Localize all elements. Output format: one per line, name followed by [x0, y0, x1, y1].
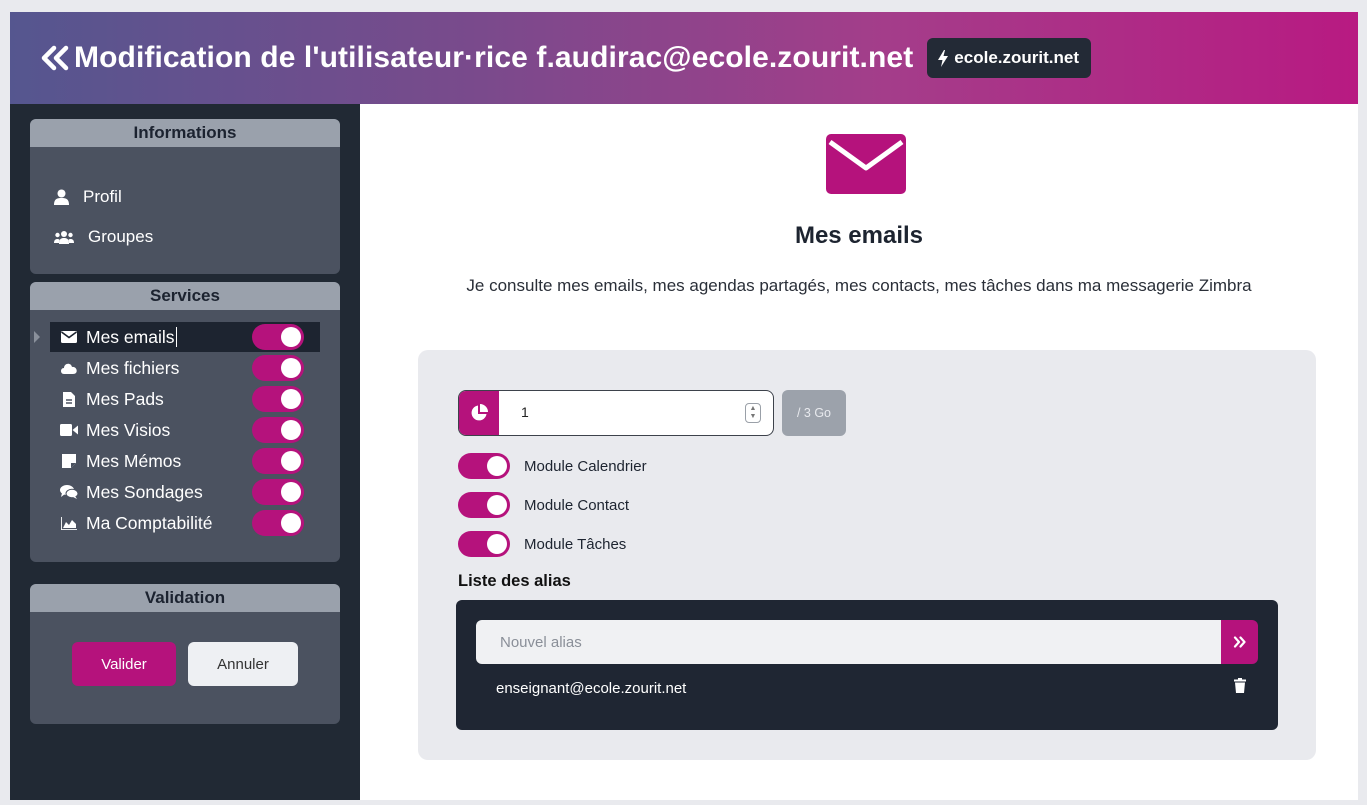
module-calendrier: Module Calendrier	[458, 453, 647, 479]
sidebar-item-label: Mes Pads	[86, 388, 164, 409]
page-title: Modification de l'utilisateur·rice f.aud…	[74, 41, 914, 74]
add-alias-button[interactable]	[1221, 620, 1258, 664]
valider-button[interactable]: Valider	[72, 642, 176, 686]
toggle-mes-memos[interactable]	[252, 448, 304, 474]
sticky-note-icon	[60, 454, 78, 468]
toggle-module-calendrier[interactable]	[458, 453, 510, 479]
service-title: Mes emails	[794, 222, 924, 249]
domain-label: ecole.zourit.net	[954, 48, 1079, 67]
page-header: Modification de l'utilisateur·rice f.aud…	[10, 12, 1358, 104]
sidebar-item-label: Groupes	[88, 227, 154, 246]
sidebar-item-label: Mes Visios	[86, 419, 171, 440]
envelope-icon	[60, 331, 78, 343]
toggle-mes-emails[interactable]	[252, 324, 304, 350]
sidebar-item-label: Profil	[83, 187, 122, 206]
trash-icon[interactable]	[1234, 678, 1246, 698]
pie-chart-icon	[459, 391, 499, 435]
sidebar-item-label: Mes emails	[86, 326, 175, 347]
envelope-icon	[826, 134, 906, 194]
module-label: Module Calendrier	[524, 457, 647, 475]
quota-spinner[interactable]: ▲ ▼	[745, 403, 761, 423]
bolt-icon	[938, 49, 949, 67]
chart-area-icon	[60, 516, 78, 530]
annuler-button[interactable]: Annuler	[188, 642, 298, 686]
sidebar-item-label: Mes Mémos	[86, 450, 182, 471]
sidebar: Informations Profil Groupes Services Mes…	[10, 104, 360, 800]
sidebar-item-profil[interactable]: Profil	[54, 187, 122, 207]
informations-title: Informations	[30, 119, 340, 147]
services-title: Services	[30, 282, 340, 310]
module-label: Module Tâches	[524, 535, 627, 553]
main-content: Mes emails Je consulte mes emails, mes a…	[360, 104, 1358, 800]
alias-box: Nouvel alias enseignant@ecole.zourit.net	[456, 600, 1278, 730]
settings-card: 1 ▲ ▼ / 3 Go Module Calendrier Module Con…	[418, 350, 1316, 760]
domain-badge: ecole.zourit.net	[927, 38, 1091, 78]
services-panel: Services Mes emails Mes fichiers Mes Pad…	[30, 282, 340, 562]
service-description: Je consulte mes emails, mes agendas part…	[466, 276, 1252, 295]
module-label: Module Contact	[524, 496, 630, 514]
quota-input[interactable]: 1 ▲ ▼	[458, 390, 774, 436]
module-contact: Module Contact	[458, 492, 629, 518]
users-icon	[54, 231, 74, 244]
new-alias-input[interactable]: Nouvel alias	[476, 620, 1221, 664]
user-icon	[54, 189, 69, 205]
alias-item: enseignant@ecole.zourit.net	[496, 680, 687, 697]
sidebar-item-groupes[interactable]: Groupes	[54, 227, 153, 247]
app-frame: Modification de l'utilisateur·rice f.aud…	[10, 12, 1358, 800]
caret-right-icon	[34, 331, 40, 343]
toggle-module-taches[interactable]	[458, 531, 510, 557]
text-cursor	[175, 327, 177, 347]
sidebar-item-label: Ma Comptabilité	[86, 512, 213, 533]
sidebar-item-label: Mes Sondages	[86, 481, 203, 502]
comments-icon	[60, 485, 78, 499]
module-taches: Module Tâches	[458, 531, 626, 557]
quota-value: 1	[521, 404, 529, 420]
double-chevron-left-icon[interactable]	[38, 41, 72, 75]
toggle-module-contact[interactable]	[458, 492, 510, 518]
toggle-mes-fichiers[interactable]	[252, 355, 304, 381]
toggle-mes-visios[interactable]	[252, 417, 304, 443]
sidebar-item-label: Mes fichiers	[86, 357, 180, 378]
toggle-ma-comptabilite[interactable]	[252, 510, 304, 536]
validation-panel: Validation Valider Annuler	[30, 584, 340, 724]
double-chevron-right-icon	[1233, 636, 1246, 648]
validation-title: Validation	[30, 584, 340, 612]
file-text-icon	[60, 391, 78, 407]
toggle-mes-sondages[interactable]	[252, 479, 304, 505]
cloud-icon	[60, 362, 78, 374]
video-icon	[60, 424, 78, 436]
alias-list-title: Liste des alias	[458, 572, 571, 590]
toggle-mes-pads[interactable]	[252, 386, 304, 412]
quota-max: / 3 Go	[782, 390, 846, 436]
informations-panel: Informations Profil Groupes	[30, 119, 340, 274]
